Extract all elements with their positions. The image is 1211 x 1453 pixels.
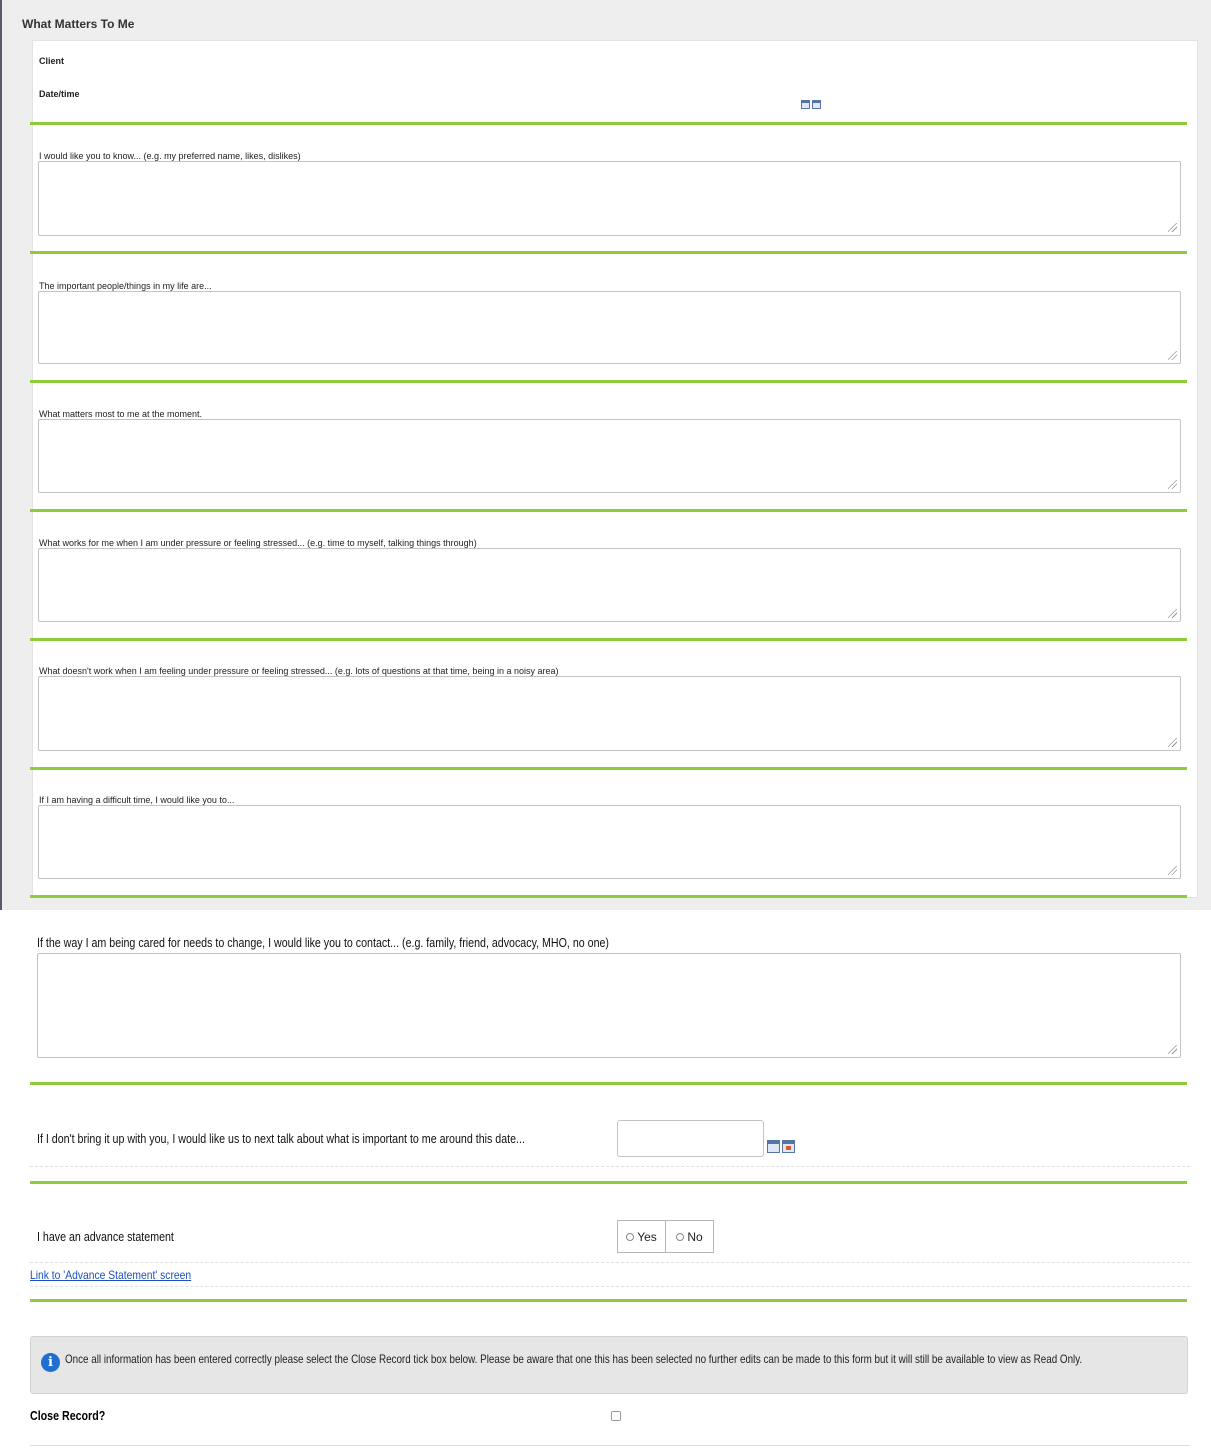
- important-people-textarea[interactable]: [38, 291, 1181, 364]
- what-works-textarea[interactable]: [38, 548, 1181, 622]
- preferences-textarea[interactable]: [38, 161, 1181, 236]
- yes-label: Yes: [637, 1229, 657, 1244]
- resize-grip-icon[interactable]: [1168, 609, 1177, 618]
- contact-textarea[interactable]: [37, 953, 1181, 1058]
- calendar-icon[interactable]: [801, 100, 810, 109]
- section-divider: [30, 1299, 1187, 1302]
- advance-statement-link[interactable]: Link to 'Advance Statement' screen: [30, 1268, 191, 1282]
- close-record-checkbox[interactable]: [611, 1411, 621, 1421]
- resize-grip-icon[interactable]: [1168, 223, 1177, 232]
- info-message-box: i Once all information has been entered …: [30, 1336, 1188, 1394]
- question-contact-label: If the way I am being cared for needs to…: [37, 935, 609, 950]
- question-what-works-label: What works for me when I am under pressu…: [39, 538, 477, 548]
- section-divider: [30, 767, 1187, 770]
- calendar-icon[interactable]: [767, 1140, 780, 1153]
- row-separator: [30, 1286, 1190, 1287]
- advance-statement-no-option[interactable]: No: [665, 1221, 713, 1252]
- info-icon: i: [41, 1353, 60, 1372]
- calendar-today-icon[interactable]: [782, 1140, 795, 1153]
- radio-icon[interactable]: [676, 1232, 685, 1241]
- question-difficult-time-label: If I am having a difficult time, I would…: [39, 795, 235, 805]
- resize-grip-icon[interactable]: [1168, 480, 1177, 489]
- resize-grip-icon[interactable]: [1168, 738, 1177, 747]
- section-divider: [30, 380, 1187, 383]
- form-title: What Matters To Me: [22, 17, 135, 31]
- section-divider: [30, 122, 1187, 125]
- next-talk-date-input[interactable]: [617, 1120, 764, 1157]
- info-message-text: Once all information has been entered co…: [65, 1352, 1083, 1366]
- radio-icon[interactable]: [626, 1232, 635, 1241]
- resize-grip-icon[interactable]: [1168, 866, 1177, 875]
- question-preferences-label: I would like you to know... (e.g. my pre…: [39, 151, 301, 161]
- question-next-talk-label: If I don't bring it up with you, I would…: [37, 1131, 525, 1146]
- advance-statement-radio-group: Yes No: [617, 1220, 714, 1253]
- datetime-calendar-buttons: [801, 96, 823, 114]
- section-divider: [30, 638, 1187, 641]
- section-divider: [30, 251, 1187, 254]
- next-talk-calendar-buttons: [767, 1140, 797, 1158]
- advance-statement-yes-option[interactable]: Yes: [618, 1221, 665, 1252]
- client-label: Client: [39, 56, 65, 66]
- resize-grip-icon[interactable]: [1168, 351, 1177, 360]
- matters-most-textarea[interactable]: [38, 419, 1181, 493]
- section-divider: [30, 509, 1187, 512]
- no-label: No: [687, 1229, 703, 1244]
- question-what-doesnt-work-label: What doesn't work when I am feeling unde…: [39, 666, 559, 676]
- datetime-label: Date/time: [39, 89, 80, 99]
- calendar-time-icon[interactable]: [812, 100, 821, 109]
- what-doesnt-work-textarea[interactable]: [38, 676, 1181, 751]
- question-matters-most-label: What matters most to me at the moment.: [39, 409, 203, 419]
- section-divider: [30, 895, 1187, 898]
- row-separator: [30, 1166, 1190, 1167]
- advance-statement-label: I have an advance statement: [37, 1229, 174, 1244]
- question-important-people-label: The important people/things in my life a…: [39, 281, 212, 291]
- row-separator: [30, 1262, 1190, 1263]
- section-divider: [30, 1082, 1187, 1085]
- form-bottom-border: [30, 1445, 1190, 1446]
- difficult-time-textarea[interactable]: [38, 805, 1181, 879]
- resize-grip-icon[interactable]: [1168, 1045, 1177, 1054]
- section-divider: [30, 1181, 1187, 1184]
- close-record-label: Close Record?: [30, 1408, 106, 1423]
